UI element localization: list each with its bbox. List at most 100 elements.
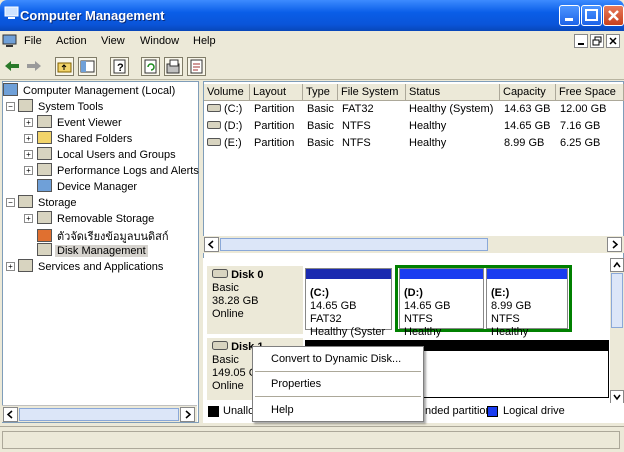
tree-item-defrag[interactable]: ตัวจัดเรียงข้อมูลบนดิสก์ bbox=[37, 227, 171, 243]
console-tree: Computer Management (Local) − System Too… bbox=[2, 81, 199, 423]
column-header-file-system[interactable]: File System bbox=[338, 84, 406, 101]
scroll-up-icon[interactable] bbox=[610, 258, 624, 272]
menu-item-properties[interactable]: Properties bbox=[271, 378, 321, 390]
disk-0-header[interactable]: Disk 0 Basic 38.28 GB Online bbox=[207, 266, 303, 334]
partition-e[interactable]: (E:) 8.99 GB NTFS Healthy bbox=[486, 268, 568, 338]
expand-event-viewer-icon[interactable]: + bbox=[24, 118, 33, 127]
tree-item-disk-management[interactable]: Disk Management bbox=[37, 243, 148, 259]
back-arrow-icon[interactable] bbox=[3, 58, 21, 77]
menu-separator bbox=[255, 371, 421, 372]
drive-icon bbox=[207, 121, 221, 129]
tree-item-event-viewer[interactable]: Event Viewer bbox=[37, 115, 124, 131]
users-icon bbox=[37, 147, 52, 160]
expand-removable-storage-icon[interactable]: + bbox=[24, 214, 33, 223]
menu-file[interactable]: File bbox=[24, 35, 42, 47]
menu-bar: File Action View Window Help bbox=[0, 31, 624, 53]
tree-item-removable-storage[interactable]: Removable Storage bbox=[37, 211, 156, 227]
partition-c[interactable]: (C:) 14.65 GB FAT32 Healthy (Syster bbox=[305, 268, 392, 338]
expand-local-users-icon[interactable]: + bbox=[24, 150, 33, 159]
column-header-capacity[interactable]: Capacity bbox=[500, 84, 556, 101]
tree-item-storage[interactable]: Storage bbox=[18, 195, 79, 211]
legend-extended: nded partition bbox=[425, 405, 492, 417]
title-bar[interactable]: Computer Management bbox=[0, 0, 624, 31]
column-header-free-space[interactable]: Free Space bbox=[556, 84, 624, 101]
folder-up-icon bbox=[57, 62, 72, 73]
menu-action[interactable]: Action bbox=[56, 35, 87, 47]
maximize-button[interactable] bbox=[581, 5, 602, 26]
primary-partition-bar bbox=[306, 269, 391, 279]
defrag-icon bbox=[37, 229, 52, 242]
child-close-button[interactable] bbox=[606, 34, 620, 48]
column-header-status[interactable]: Status bbox=[406, 84, 500, 101]
svg-text:?: ? bbox=[117, 62, 124, 74]
menu-item-convert-dynamic[interactable]: Convert to Dynamic Disk... bbox=[271, 353, 401, 365]
child-restore-button[interactable] bbox=[590, 34, 604, 48]
volume-list-horizontal-scrollbar[interactable] bbox=[203, 236, 624, 253]
scroll-thumb[interactable] bbox=[611, 273, 623, 328]
disk-icon bbox=[212, 269, 228, 281]
column-header-layout[interactable]: Layout bbox=[250, 84, 303, 101]
column-header-volume[interactable]: Volume bbox=[204, 84, 250, 101]
restore-icon bbox=[592, 36, 602, 46]
menu-item-help[interactable]: Help bbox=[271, 404, 294, 416]
disk-0-name: Disk 0 bbox=[231, 269, 264, 281]
properties-button[interactable] bbox=[187, 57, 206, 76]
refresh-icon bbox=[144, 59, 157, 74]
close-icon bbox=[609, 37, 617, 45]
forward-arrow-icon[interactable] bbox=[25, 58, 43, 77]
scroll-thumb[interactable] bbox=[19, 408, 179, 421]
disk-view-vertical-scrollbar[interactable] bbox=[610, 258, 624, 406]
toolbar: ? bbox=[0, 53, 624, 80]
tree-item-system-tools[interactable]: System Tools bbox=[18, 99, 105, 115]
scroll-thumb[interactable] bbox=[220, 238, 488, 251]
status-bar bbox=[0, 426, 624, 452]
legend-unallocated: Unallo bbox=[223, 405, 255, 417]
mmc-app-icon[interactable] bbox=[2, 34, 18, 51]
tree-item-services[interactable]: Services and Applications bbox=[18, 259, 165, 275]
collapse-system-tools-icon[interactable]: − bbox=[6, 102, 15, 111]
up-one-level-button[interactable] bbox=[55, 57, 74, 76]
scroll-left-icon[interactable] bbox=[204, 237, 219, 252]
tree-item-shared-folders[interactable]: Shared Folders bbox=[37, 131, 134, 147]
expand-perf-logs-icon[interactable]: + bbox=[24, 166, 33, 175]
tree-item-root[interactable]: Computer Management (Local) bbox=[3, 83, 177, 99]
tree-item-perf-logs[interactable]: Performance Logs and Alerts bbox=[37, 163, 201, 179]
minimize-button[interactable] bbox=[559, 5, 580, 26]
menu-separator bbox=[255, 396, 421, 397]
help-button[interactable]: ? bbox=[110, 57, 129, 76]
expand-shared-folders-icon[interactable]: + bbox=[24, 134, 33, 143]
refresh-button[interactable] bbox=[141, 57, 160, 76]
scroll-down-icon[interactable] bbox=[610, 390, 624, 404]
shared-folder-icon bbox=[37, 131, 52, 144]
minimize-icon bbox=[565, 18, 573, 21]
close-icon bbox=[608, 10, 619, 21]
logical-drive-swatch bbox=[487, 406, 498, 417]
show-hide-tree-button[interactable] bbox=[78, 57, 97, 76]
scroll-left-icon[interactable] bbox=[3, 407, 18, 422]
scroll-right-icon[interactable] bbox=[607, 237, 622, 252]
menu-help[interactable]: Help bbox=[193, 35, 216, 47]
scroll-right-icon[interactable] bbox=[180, 407, 195, 422]
export-list-button[interactable] bbox=[164, 57, 183, 76]
status-panel bbox=[2, 431, 620, 449]
menu-view[interactable]: View bbox=[101, 35, 125, 47]
properties-icon bbox=[190, 59, 203, 74]
window-title: Computer Management bbox=[20, 8, 165, 23]
collapse-storage-icon[interactable]: − bbox=[6, 198, 15, 207]
storage-icon bbox=[18, 195, 33, 208]
close-button[interactable] bbox=[603, 5, 624, 26]
tree-item-local-users[interactable]: Local Users and Groups bbox=[37, 147, 178, 163]
child-minimize-button[interactable] bbox=[574, 34, 588, 48]
tree-item-device-manager[interactable]: Device Manager bbox=[37, 179, 139, 195]
partition-d[interactable]: (D:) 14.65 GB NTFS Healthy bbox=[399, 268, 484, 338]
disk-management-icon bbox=[37, 243, 52, 256]
column-header-type[interactable]: Type bbox=[303, 84, 338, 101]
disk-icon bbox=[212, 341, 228, 353]
logical-drive-bar bbox=[400, 269, 483, 279]
context-menu: Convert to Dynamic Disk... Properties He… bbox=[252, 346, 424, 422]
expand-services-icon[interactable]: + bbox=[6, 262, 15, 271]
drive-icon bbox=[207, 104, 221, 112]
menu-window[interactable]: Window bbox=[140, 35, 179, 47]
tree-horizontal-scrollbar[interactable] bbox=[2, 405, 197, 422]
computer-management-icon bbox=[4, 6, 20, 20]
